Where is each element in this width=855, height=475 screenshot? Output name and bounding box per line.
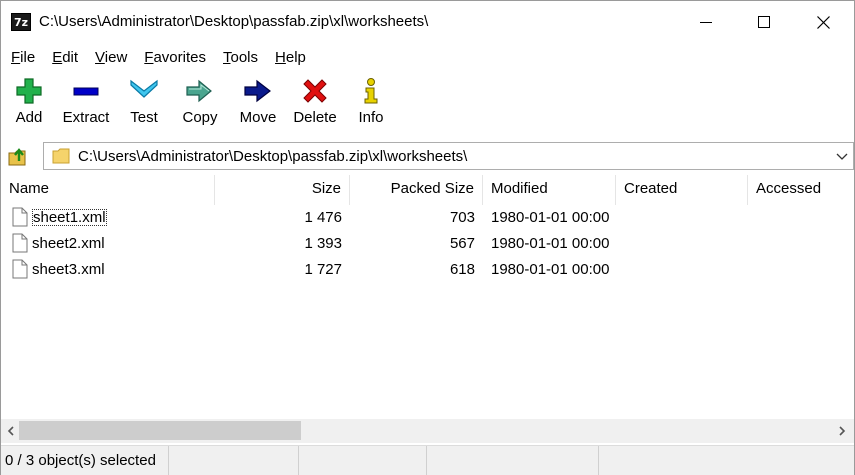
scroll-left-button[interactable]: [1, 419, 21, 443]
add-label: Add: [15, 109, 43, 126]
minimize-icon: [700, 22, 712, 23]
info-label: Info: [358, 109, 384, 126]
scroll-thumb[interactable]: [19, 421, 301, 440]
horizontal-scrollbar[interactable]: [1, 419, 854, 443]
table-row[interactable]: sheet1.xml 1 476 703 1980-01-01 00:00: [1, 205, 854, 230]
info-icon: [364, 78, 378, 104]
info-button[interactable]: Info: [353, 73, 389, 133]
extract-label: Extract: [62, 109, 110, 126]
status-bar: 0 / 3 object(s) selected: [1, 445, 854, 475]
folder-up-icon: [8, 148, 26, 166]
copy-button[interactable]: Copy: [177, 73, 223, 133]
column-header-size[interactable]: Size: [215, 175, 350, 205]
status-selection: 0 / 3 object(s) selected: [1, 446, 169, 475]
app-window: 7z C:\Users\Administrator\Desktop\passfa…: [0, 0, 855, 475]
delete-label: Delete: [293, 109, 337, 126]
move-label: Move: [239, 109, 277, 126]
add-button[interactable]: Add: [7, 73, 51, 133]
file-icon: [12, 233, 28, 253]
file-name: sheet1.xml: [32, 209, 107, 226]
menu-edit[interactable]: Edit: [52, 49, 78, 66]
table-row[interactable]: sheet2.xml 1 393 567 1980-01-01 00:00: [1, 231, 854, 256]
minimize-button[interactable]: [677, 1, 735, 43]
maximize-icon: [758, 16, 770, 28]
delete-x-icon: [303, 79, 327, 103]
menu-help[interactable]: Help: [275, 49, 306, 66]
close-icon: [816, 15, 830, 29]
maximize-button[interactable]: [735, 1, 793, 43]
column-header-packed-size[interactable]: Packed Size: [350, 175, 483, 205]
move-arrow-icon: [244, 79, 271, 103]
move-button[interactable]: Move: [235, 73, 281, 133]
check-icon: [130, 79, 158, 98]
file-name: sheet2.xml: [32, 235, 105, 252]
file-size: 1 393: [304, 235, 342, 252]
scroll-right-button[interactable]: [832, 419, 852, 443]
file-modified: 1980-01-01 00:00: [491, 235, 610, 252]
file-size: 1 476: [304, 209, 342, 226]
menu-favorites[interactable]: Favorites: [144, 49, 206, 66]
file-modified: 1980-01-01 00:00: [491, 209, 610, 226]
plus-icon: [16, 78, 42, 104]
status-segment: [299, 446, 427, 475]
up-folder-button[interactable]: [7, 145, 29, 167]
copy-label: Copy: [182, 109, 218, 126]
file-modified: 1980-01-01 00:00: [491, 261, 610, 278]
copy-arrow-icon: [186, 79, 212, 103]
address-combobox[interactable]: C:\Users\Administrator\Desktop\passfab.z…: [43, 142, 854, 170]
status-segment: [169, 446, 299, 475]
column-header-created[interactable]: Created: [616, 175, 748, 205]
test-label: Test: [130, 109, 158, 126]
chevron-right-icon: [839, 426, 846, 436]
address-path: C:\Users\Administrator\Desktop\passfab.z…: [78, 148, 468, 165]
file-packed-size: 703: [449, 209, 475, 226]
chevron-down-icon[interactable]: [835, 149, 849, 163]
window-title: C:\Users\Administrator\Desktop\passfab.z…: [39, 13, 429, 30]
chevron-left-icon: [7, 426, 14, 436]
menu-file[interactable]: File: [11, 49, 35, 66]
menu-view[interactable]: View: [95, 49, 127, 66]
column-header-accessed[interactable]: Accessed: [748, 175, 828, 205]
folder-icon: [52, 148, 70, 164]
menu-tools[interactable]: Tools: [223, 49, 258, 66]
file-icon: [12, 259, 28, 279]
file-list[interactable]: Name Size Packed Size Modified Created A…: [1, 175, 854, 419]
file-icon: [12, 207, 28, 227]
file-packed-size: 618: [449, 261, 475, 278]
status-segment: [427, 446, 599, 475]
minus-icon: [73, 87, 99, 96]
toolbar: Add Extract Test Copy Move Delete Info: [1, 73, 854, 135]
table-row[interactable]: sheet3.xml 1 727 618 1980-01-01 00:00: [1, 257, 854, 282]
seven-zip-icon: 7z: [11, 13, 31, 31]
status-selection-text: 0 / 3 object(s) selected: [5, 452, 156, 469]
menu-bar: File Edit View Favorites Tools Help: [1, 43, 854, 71]
title-bar[interactable]: 7z C:\Users\Administrator\Desktop\passfa…: [1, 1, 854, 43]
test-button[interactable]: Test: [123, 73, 165, 133]
extract-button[interactable]: Extract: [57, 73, 115, 133]
address-bar: C:\Users\Administrator\Desktop\passfab.z…: [1, 139, 854, 173]
file-name: sheet3.xml: [32, 261, 105, 278]
close-button[interactable]: [794, 1, 852, 43]
column-header-modified[interactable]: Modified: [483, 175, 616, 205]
file-packed-size: 567: [449, 235, 475, 252]
delete-button[interactable]: Delete: [289, 73, 341, 133]
column-header-name[interactable]: Name: [1, 175, 215, 205]
file-size: 1 727: [304, 261, 342, 278]
